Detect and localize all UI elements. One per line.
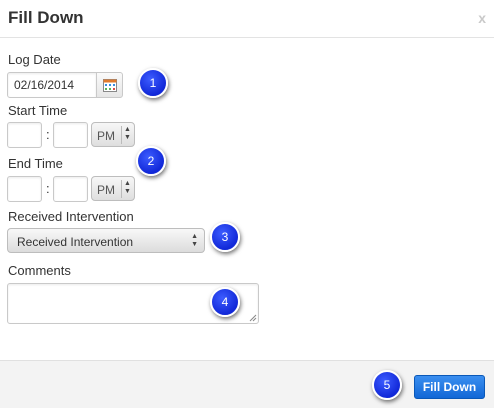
end-meridiem-select[interactable]: PM ▲ ▼	[91, 176, 135, 201]
fill-down-dialog: Fill Down x Log Date 02/16/2014 Start Ti…	[0, 0, 494, 408]
updown-arrows-icon: ▲ ▼	[191, 233, 198, 248]
resize-grip-icon[interactable]	[249, 314, 257, 322]
start-minute-input[interactable]	[53, 122, 88, 148]
start-meridiem-select[interactable]: PM ▲ ▼	[91, 122, 135, 147]
callout-badge-5: 5	[372, 370, 402, 400]
fill-down-button[interactable]: Fill Down	[414, 375, 485, 399]
end-hour-input[interactable]	[7, 176, 42, 202]
received-intervention-select[interactable]: Received Intervention ▲ ▼	[7, 228, 205, 253]
callout-badge-1: 1	[138, 68, 168, 98]
received-intervention-label: Received Intervention	[8, 209, 134, 224]
callout-badge-2: 2	[136, 146, 166, 176]
calendar-icon	[103, 79, 117, 92]
callout-badge-3: 3	[210, 222, 240, 252]
log-date-input[interactable]: 02/16/2014	[7, 72, 97, 98]
start-time-separator: :	[46, 127, 50, 142]
callout-badge-4: 4	[210, 287, 240, 317]
end-minute-input[interactable]	[53, 176, 88, 202]
dialog-header: Fill Down x	[0, 0, 494, 38]
close-icon[interactable]: x	[478, 10, 486, 26]
start-hour-input[interactable]	[7, 122, 42, 148]
start-time-label: Start Time	[8, 103, 68, 118]
updown-arrows-icon: ▲ ▼	[124, 126, 131, 141]
comments-label: Comments	[8, 263, 71, 278]
start-meridiem-value: PM	[97, 129, 115, 143]
end-meridiem-value: PM	[97, 183, 115, 197]
log-date-label: Log Date	[8, 52, 61, 67]
updown-arrows-icon: ▲ ▼	[124, 180, 131, 195]
end-time-separator: :	[46, 181, 50, 196]
received-intervention-value: Received Intervention	[17, 235, 134, 249]
dialog-title: Fill Down	[8, 8, 84, 27]
calendar-button[interactable]	[96, 72, 123, 98]
end-time-label: End Time	[8, 156, 63, 171]
